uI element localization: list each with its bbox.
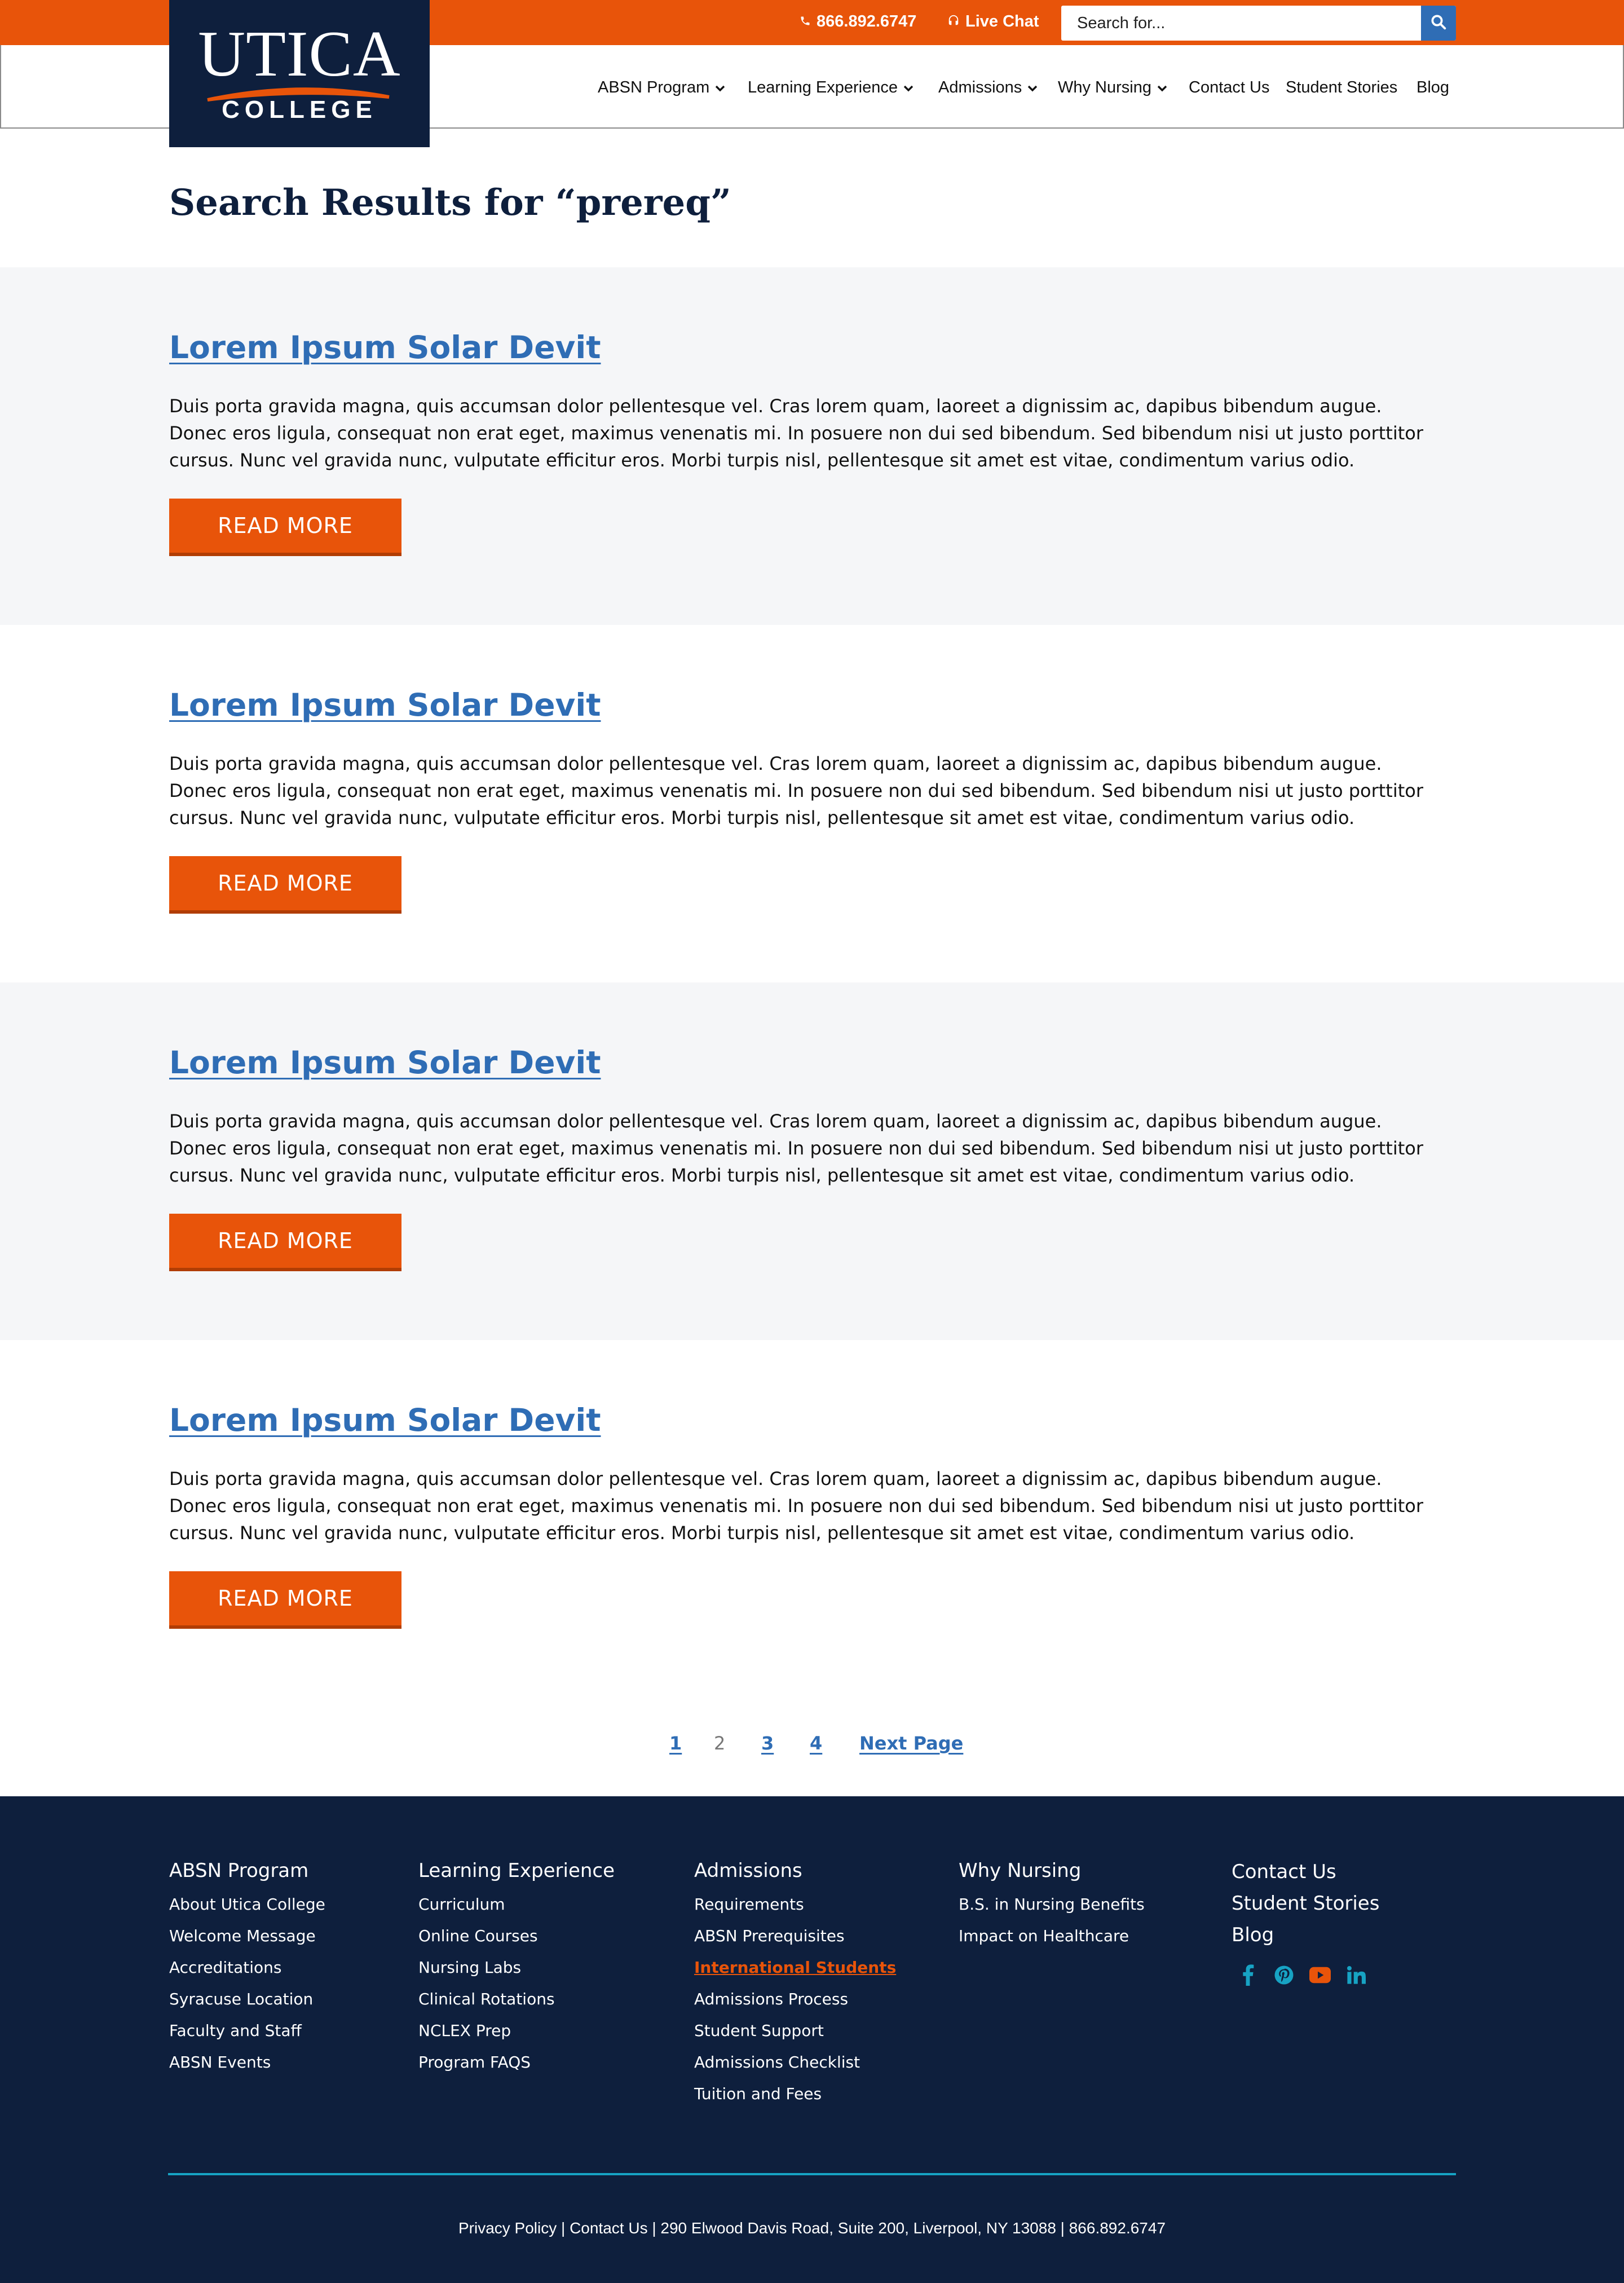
result-title-link[interactable]: Lorem Ipsum Solar Devit bbox=[169, 1402, 601, 1438]
search-form bbox=[1061, 6, 1456, 41]
footer-link[interactable]: Online Courses bbox=[418, 1926, 615, 1958]
search-result: Lorem Ipsum Solar Devit Duis porta gravi… bbox=[0, 625, 1624, 982]
nav-student-stories[interactable]: Student Stories bbox=[1286, 78, 1397, 97]
footer-link[interactable]: Admissions Checklist bbox=[694, 2052, 896, 2084]
read-more-button[interactable]: READ MORE bbox=[169, 1571, 401, 1629]
footer-link[interactable]: B.S. in Nursing Benefits bbox=[959, 1894, 1145, 1926]
live-chat-link[interactable]: Live Chat bbox=[947, 12, 1039, 31]
nav-blog[interactable]: Blog bbox=[1416, 78, 1449, 97]
live-chat-label: Live Chat bbox=[965, 12, 1039, 30]
phone-link[interactable]: 866.892.6747 bbox=[800, 12, 916, 31]
read-more-button[interactable]: READ MORE bbox=[169, 856, 401, 914]
footer-link[interactable]: Tuition and Fees bbox=[694, 2084, 896, 2115]
phone-icon bbox=[800, 12, 811, 31]
result-title-link[interactable]: Lorem Ipsum Solar Devit bbox=[169, 329, 601, 365]
footer-contact-us-link[interactable]: Contact Us bbox=[1232, 1859, 1379, 1891]
linkedin-icon[interactable] bbox=[1345, 1964, 1367, 1986]
page-current: 2 bbox=[714, 1733, 726, 1754]
utica-college-logo[interactable]: UTICA COLLEGE bbox=[169, 0, 430, 147]
logo-wordmark-college: COLLEGE bbox=[222, 96, 377, 124]
chevron-down-icon bbox=[1157, 78, 1167, 97]
search-button[interactable] bbox=[1421, 6, 1456, 41]
nav-why-nursing[interactable]: Why Nursing bbox=[1058, 78, 1167, 97]
footer-heading[interactable]: Admissions bbox=[694, 1859, 896, 1882]
page-link-3[interactable]: 3 bbox=[761, 1733, 774, 1754]
footer-link[interactable]: Syracuse Location bbox=[169, 1989, 325, 2021]
result-excerpt: Duis porta gravida magna, quis accumsan … bbox=[169, 395, 1424, 471]
footer-link[interactable]: NCLEX Prep bbox=[418, 2021, 615, 2052]
result-excerpt: Duis porta gravida magna, quis accumsan … bbox=[169, 1468, 1424, 1544]
search-input[interactable] bbox=[1061, 6, 1421, 41]
youtube-icon[interactable] bbox=[1309, 1964, 1331, 1986]
footer-link[interactable]: Curriculum bbox=[418, 1894, 615, 1926]
footer-heading[interactable]: ABSN Program bbox=[169, 1859, 325, 1882]
chevron-down-icon bbox=[1027, 78, 1038, 97]
search-result: Lorem Ipsum Solar Devit Duis porta gravi… bbox=[0, 982, 1624, 1340]
pagination: 1 2 3 4 Next Page bbox=[0, 1728, 1624, 1760]
nav-label: Why Nursing bbox=[1058, 78, 1151, 96]
nav-label: Admissions bbox=[938, 78, 1022, 96]
result-title-link[interactable]: Lorem Ipsum Solar Devit bbox=[169, 1044, 601, 1081]
footer-link[interactable]: Admissions Process bbox=[694, 1989, 896, 2021]
nav-contact-us[interactable]: Contact Us bbox=[1189, 78, 1269, 97]
read-more-button[interactable]: READ MORE bbox=[169, 499, 401, 556]
nav-label: Student Stories bbox=[1286, 78, 1398, 96]
footer-blog-link[interactable]: Blog bbox=[1232, 1923, 1379, 1954]
social-links bbox=[1237, 1964, 1379, 1986]
footer-col-quick-links: Contact Us Student Stories Blog bbox=[1232, 1859, 1379, 1986]
footer-col-absn-program: ABSN Program About Utica College Welcome… bbox=[169, 1859, 325, 2084]
page-title: Search Results for “prereq” bbox=[169, 182, 731, 224]
search-result: Lorem Ipsum Solar Devit Duis porta gravi… bbox=[0, 1340, 1624, 1698]
footer-link[interactable]: ABSN Events bbox=[169, 2052, 325, 2084]
page-link-4[interactable]: 4 bbox=[810, 1733, 822, 1754]
page-link-1[interactable]: 1 bbox=[669, 1733, 682, 1754]
chevron-down-icon bbox=[715, 78, 725, 97]
nav-label: ABSN Program bbox=[598, 78, 710, 96]
footer-link[interactable]: Impact on Healthcare bbox=[959, 1926, 1145, 1958]
nav-label: Learning Experience bbox=[748, 78, 898, 96]
search-icon bbox=[1430, 14, 1447, 33]
footer-heading[interactable]: Learning Experience bbox=[418, 1859, 615, 1882]
footer-col-admissions: Admissions Requirements ABSN Prerequisit… bbox=[694, 1859, 896, 2115]
facebook-icon[interactable] bbox=[1237, 1964, 1259, 1986]
footer-link[interactable]: Nursing Labs bbox=[418, 1958, 615, 1989]
footer-student-stories-link[interactable]: Student Stories bbox=[1232, 1891, 1379, 1923]
footer-link[interactable]: ABSN Prerequisites bbox=[694, 1926, 896, 1958]
footer-link[interactable]: Program FAQS bbox=[418, 2052, 615, 2084]
footer-col-why-nursing: Why Nursing B.S. in Nursing Benefits Imp… bbox=[959, 1859, 1145, 1958]
result-excerpt: Duis porta gravida magna, quis accumsan … bbox=[169, 1110, 1424, 1186]
headset-icon bbox=[947, 12, 960, 31]
result-title-link[interactable]: Lorem Ipsum Solar Devit bbox=[169, 687, 601, 723]
footer-link[interactable]: Accreditations bbox=[169, 1958, 325, 1989]
footer-link[interactable]: Welcome Message bbox=[169, 1926, 325, 1958]
footer-link[interactable]: About Utica College bbox=[169, 1894, 325, 1926]
footer-heading[interactable]: Why Nursing bbox=[959, 1859, 1145, 1882]
nav-label: Contact Us bbox=[1189, 78, 1270, 96]
footer-legal-text: Privacy Policy | Contact Us | 290 Elwood… bbox=[458, 2219, 1166, 2237]
phone-number: 866.892.6747 bbox=[817, 12, 917, 30]
pinterest-icon[interactable] bbox=[1273, 1964, 1295, 1986]
nav-admissions[interactable]: Admissions bbox=[938, 78, 1038, 97]
logo-swoosh bbox=[207, 87, 390, 102]
nav-absn-program[interactable]: ABSN Program bbox=[598, 78, 725, 97]
footer-col-learning-experience: Learning Experience Curriculum Online Co… bbox=[418, 1859, 615, 2084]
read-more-button[interactable]: READ MORE bbox=[169, 1214, 401, 1271]
footer-link[interactable]: Student Support bbox=[694, 2021, 896, 2052]
nav-label: Blog bbox=[1416, 78, 1450, 96]
search-result: Lorem Ipsum Solar Devit Duis porta gravi… bbox=[0, 267, 1624, 625]
footer-link[interactable]: Requirements bbox=[694, 1894, 896, 1926]
site-footer: ABSN Program About Utica College Welcome… bbox=[0, 1796, 1624, 2283]
footer-link-active[interactable]: International Students bbox=[694, 1958, 896, 1989]
result-excerpt: Duis porta gravida magna, quis accumsan … bbox=[169, 753, 1424, 828]
footer-link[interactable]: Faculty and Staff bbox=[169, 2021, 325, 2052]
chevron-down-icon bbox=[903, 78, 914, 97]
footer-link[interactable]: Clinical Rotations bbox=[418, 1989, 615, 2021]
footer-divider bbox=[168, 2173, 1456, 2175]
next-page-link[interactable]: Next Page bbox=[859, 1733, 963, 1754]
nav-learning-experience[interactable]: Learning Experience bbox=[748, 78, 914, 97]
